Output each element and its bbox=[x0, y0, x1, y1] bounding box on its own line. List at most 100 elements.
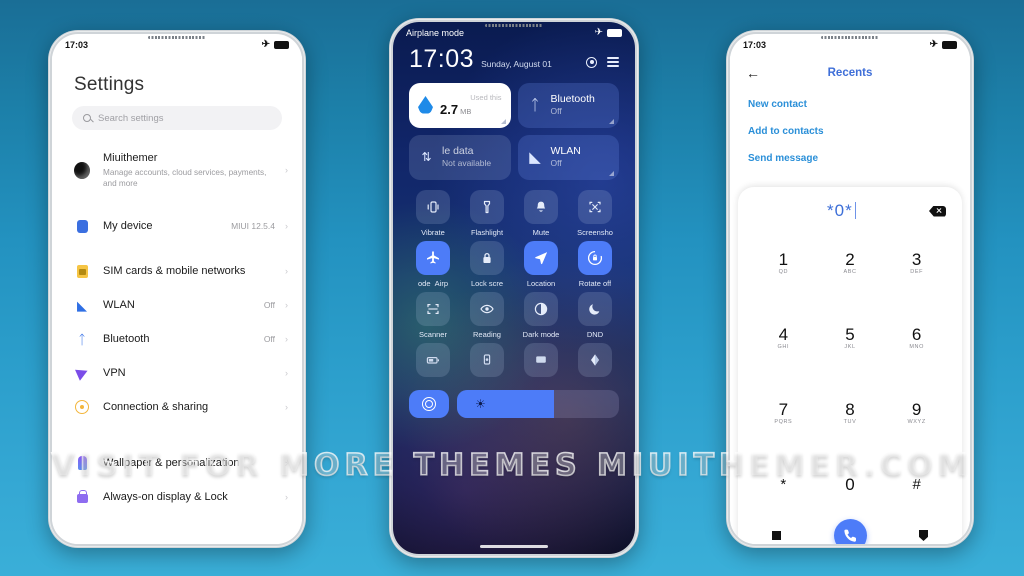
list-item-label: My device bbox=[103, 220, 153, 233]
back-arrow-icon[interactable]: ← bbox=[746, 66, 768, 80]
location-arrow-icon bbox=[524, 240, 558, 275]
expand-corner-icon bbox=[609, 170, 614, 176]
dialpad-key-4[interactable]: 4 GHI bbox=[750, 302, 817, 375]
key-digit: 0 bbox=[845, 474, 855, 494]
tile-mobile-data[interactable]: ⇅ le data Not available bbox=[409, 134, 511, 180]
lock-icon bbox=[74, 489, 90, 505]
tile-data-usage[interactable]: Used this 2.7 MB bbox=[409, 82, 511, 128]
list-item-value: Off bbox=[263, 334, 275, 345]
list-item-sublabel: Manage accounts, cloud services, payment… bbox=[103, 168, 267, 189]
sidebar-item-bluetooth[interactable]: ᛏ Bluetooth Off › bbox=[52, 322, 302, 356]
toggle-label-main: Airp bbox=[434, 278, 449, 288]
toggle-rotate-off[interactable]: Rotate off bbox=[569, 240, 621, 288]
toggle-cast[interactable] bbox=[461, 342, 513, 381]
toggle-scanner[interactable]: Scanner bbox=[407, 291, 459, 339]
edit-menu-icon[interactable] bbox=[607, 57, 619, 67]
link-new-contact[interactable]: New contact bbox=[748, 92, 952, 119]
toggle-location[interactable]: Location bbox=[515, 240, 567, 288]
tile-status: Off bbox=[550, 158, 562, 169]
toggle-label: Scanner bbox=[419, 329, 447, 339]
dialpad-key-star[interactable]: * bbox=[750, 452, 817, 517]
toggle-label: Location bbox=[526, 278, 556, 288]
key-digit: 5 bbox=[845, 324, 855, 344]
toggle-mute[interactable]: Mute bbox=[515, 189, 567, 237]
toggle-dnd[interactable]: DND bbox=[569, 291, 621, 339]
text-caret bbox=[854, 202, 856, 219]
flashlight-icon bbox=[470, 189, 504, 224]
vibrate-icon bbox=[416, 189, 450, 224]
toggle-vibrate[interactable]: Vibrate bbox=[407, 189, 459, 237]
toggle-label: Vibrate bbox=[421, 227, 445, 237]
link-send-message[interactable]: Send message bbox=[748, 146, 952, 173]
list-item-label: SIM cards & mobile networks bbox=[103, 265, 246, 278]
battery-saver-icon bbox=[416, 342, 450, 377]
sidebar-item-my-device[interactable]: My device MIUI 12.5.4 › bbox=[52, 209, 302, 243]
sidebar-item-account[interactable]: Miuithemer Manage accounts, cloud servic… bbox=[52, 142, 302, 198]
airplane-icon: ✈ bbox=[261, 39, 270, 50]
toggle-lock-screen[interactable]: Lock scre bbox=[461, 240, 513, 288]
earpiece-grille-icon bbox=[148, 36, 206, 39]
chevron-right-icon: › bbox=[285, 165, 288, 176]
battery-icon bbox=[274, 41, 289, 49]
dialpad-key-3[interactable]: 3 DEF bbox=[883, 227, 950, 300]
dialpad-key-hash[interactable]: # bbox=[883, 452, 950, 517]
tile-title: le data bbox=[442, 144, 474, 157]
dialpad-key-7[interactable]: 7 PQRS bbox=[750, 377, 817, 450]
dialpad-key-9[interactable]: 9 WXYZ bbox=[883, 377, 950, 450]
settings-gear-icon[interactable] bbox=[586, 56, 597, 68]
toggle-screenshot[interactable]: Screensho bbox=[569, 189, 621, 237]
tile-bluetooth[interactable]: ᛏ Bluetooth Off bbox=[517, 82, 619, 128]
dialpad-key-1[interactable]: 1 QD bbox=[750, 227, 817, 300]
padlock-icon bbox=[470, 240, 504, 275]
chevron-right-icon: › bbox=[285, 368, 288, 379]
brightness-slider[interactable]: ☀ bbox=[457, 389, 619, 418]
dialpad-key-5[interactable]: 5 JKL bbox=[817, 302, 884, 375]
toggle-reading-mode[interactable]: Reading bbox=[461, 291, 513, 339]
phone-call-icon[interactable] bbox=[833, 519, 867, 544]
sidebar-item-wallpaper[interactable]: Wallpaper & personalization › bbox=[52, 446, 302, 480]
earpiece-grille-icon bbox=[821, 36, 879, 39]
key-digit: 6 bbox=[911, 324, 922, 344]
home-indicator bbox=[480, 545, 548, 548]
key-letters: ABC bbox=[843, 269, 857, 276]
link-add-to-contacts[interactable]: Add to contacts bbox=[748, 119, 952, 146]
wallpaper-icon bbox=[74, 455, 90, 471]
sidebar-item-sim-cards[interactable]: SIM cards & mobile networks › bbox=[52, 254, 302, 288]
dialpad-key-2[interactable]: 2 ABC bbox=[817, 227, 884, 300]
toggle-battery-saver[interactable] bbox=[407, 342, 459, 381]
contacts-shield-icon[interactable] bbox=[919, 530, 928, 541]
toggle-airplane-mode[interactable]: ode Airp bbox=[407, 240, 459, 288]
toggle-label: Reading bbox=[473, 329, 501, 339]
status-bar-time: 17:03 bbox=[65, 40, 89, 50]
search-input[interactable]: Search settings bbox=[72, 106, 282, 130]
tile-status: Off bbox=[550, 106, 562, 117]
toggle-dark-mode[interactable]: Dark mode bbox=[515, 291, 567, 339]
entered-number[interactable]: *0* bbox=[827, 201, 853, 220]
tile-wlan[interactable]: ◣ WLAN Off bbox=[517, 134, 619, 180]
sidebar-item-vpn[interactable]: VPN › bbox=[52, 356, 302, 390]
data-transfer-icon: ⇅ bbox=[421, 150, 432, 164]
dialpad-key-6[interactable]: 6 MNO bbox=[883, 302, 950, 375]
backspace-icon[interactable] bbox=[929, 205, 946, 217]
data-usage-value: 2.7 bbox=[440, 102, 459, 117]
key-digit: 3 bbox=[911, 249, 922, 269]
toggle-flashlight[interactable]: Flashlight bbox=[461, 189, 513, 237]
toggle-screen[interactable] bbox=[515, 342, 567, 381]
dialpad-key-0[interactable]: 0 bbox=[817, 452, 884, 517]
list-item-value: MIUI 12.5.4 bbox=[231, 221, 275, 232]
sidebar-item-wlan[interactable]: ◣ WLAN Off › bbox=[52, 288, 302, 322]
sidebar-item-always-on-display[interactable]: Always-on display & Lock › bbox=[52, 480, 302, 514]
toggle-theme[interactable] bbox=[569, 342, 621, 381]
key-letters: QD bbox=[778, 269, 789, 276]
toggle-label: Dark mode bbox=[522, 329, 560, 339]
key-digit: 7 bbox=[778, 399, 789, 419]
control-ring-icon[interactable] bbox=[409, 389, 449, 418]
toggle-label: Flashlight bbox=[470, 227, 504, 237]
recent-square-icon[interactable] bbox=[772, 531, 781, 540]
sidebar-item-connection-sharing[interactable]: Connection & sharing › bbox=[52, 390, 302, 424]
airplane-icon: ✈ bbox=[594, 27, 603, 38]
theme-icon bbox=[578, 342, 612, 377]
dialpad-key-8[interactable]: 8 TUV bbox=[817, 377, 884, 450]
quick-toggles-grid: Vibrate Flashlight Mute Screensho ode Ai… bbox=[393, 180, 635, 381]
eye-icon bbox=[470, 291, 504, 326]
